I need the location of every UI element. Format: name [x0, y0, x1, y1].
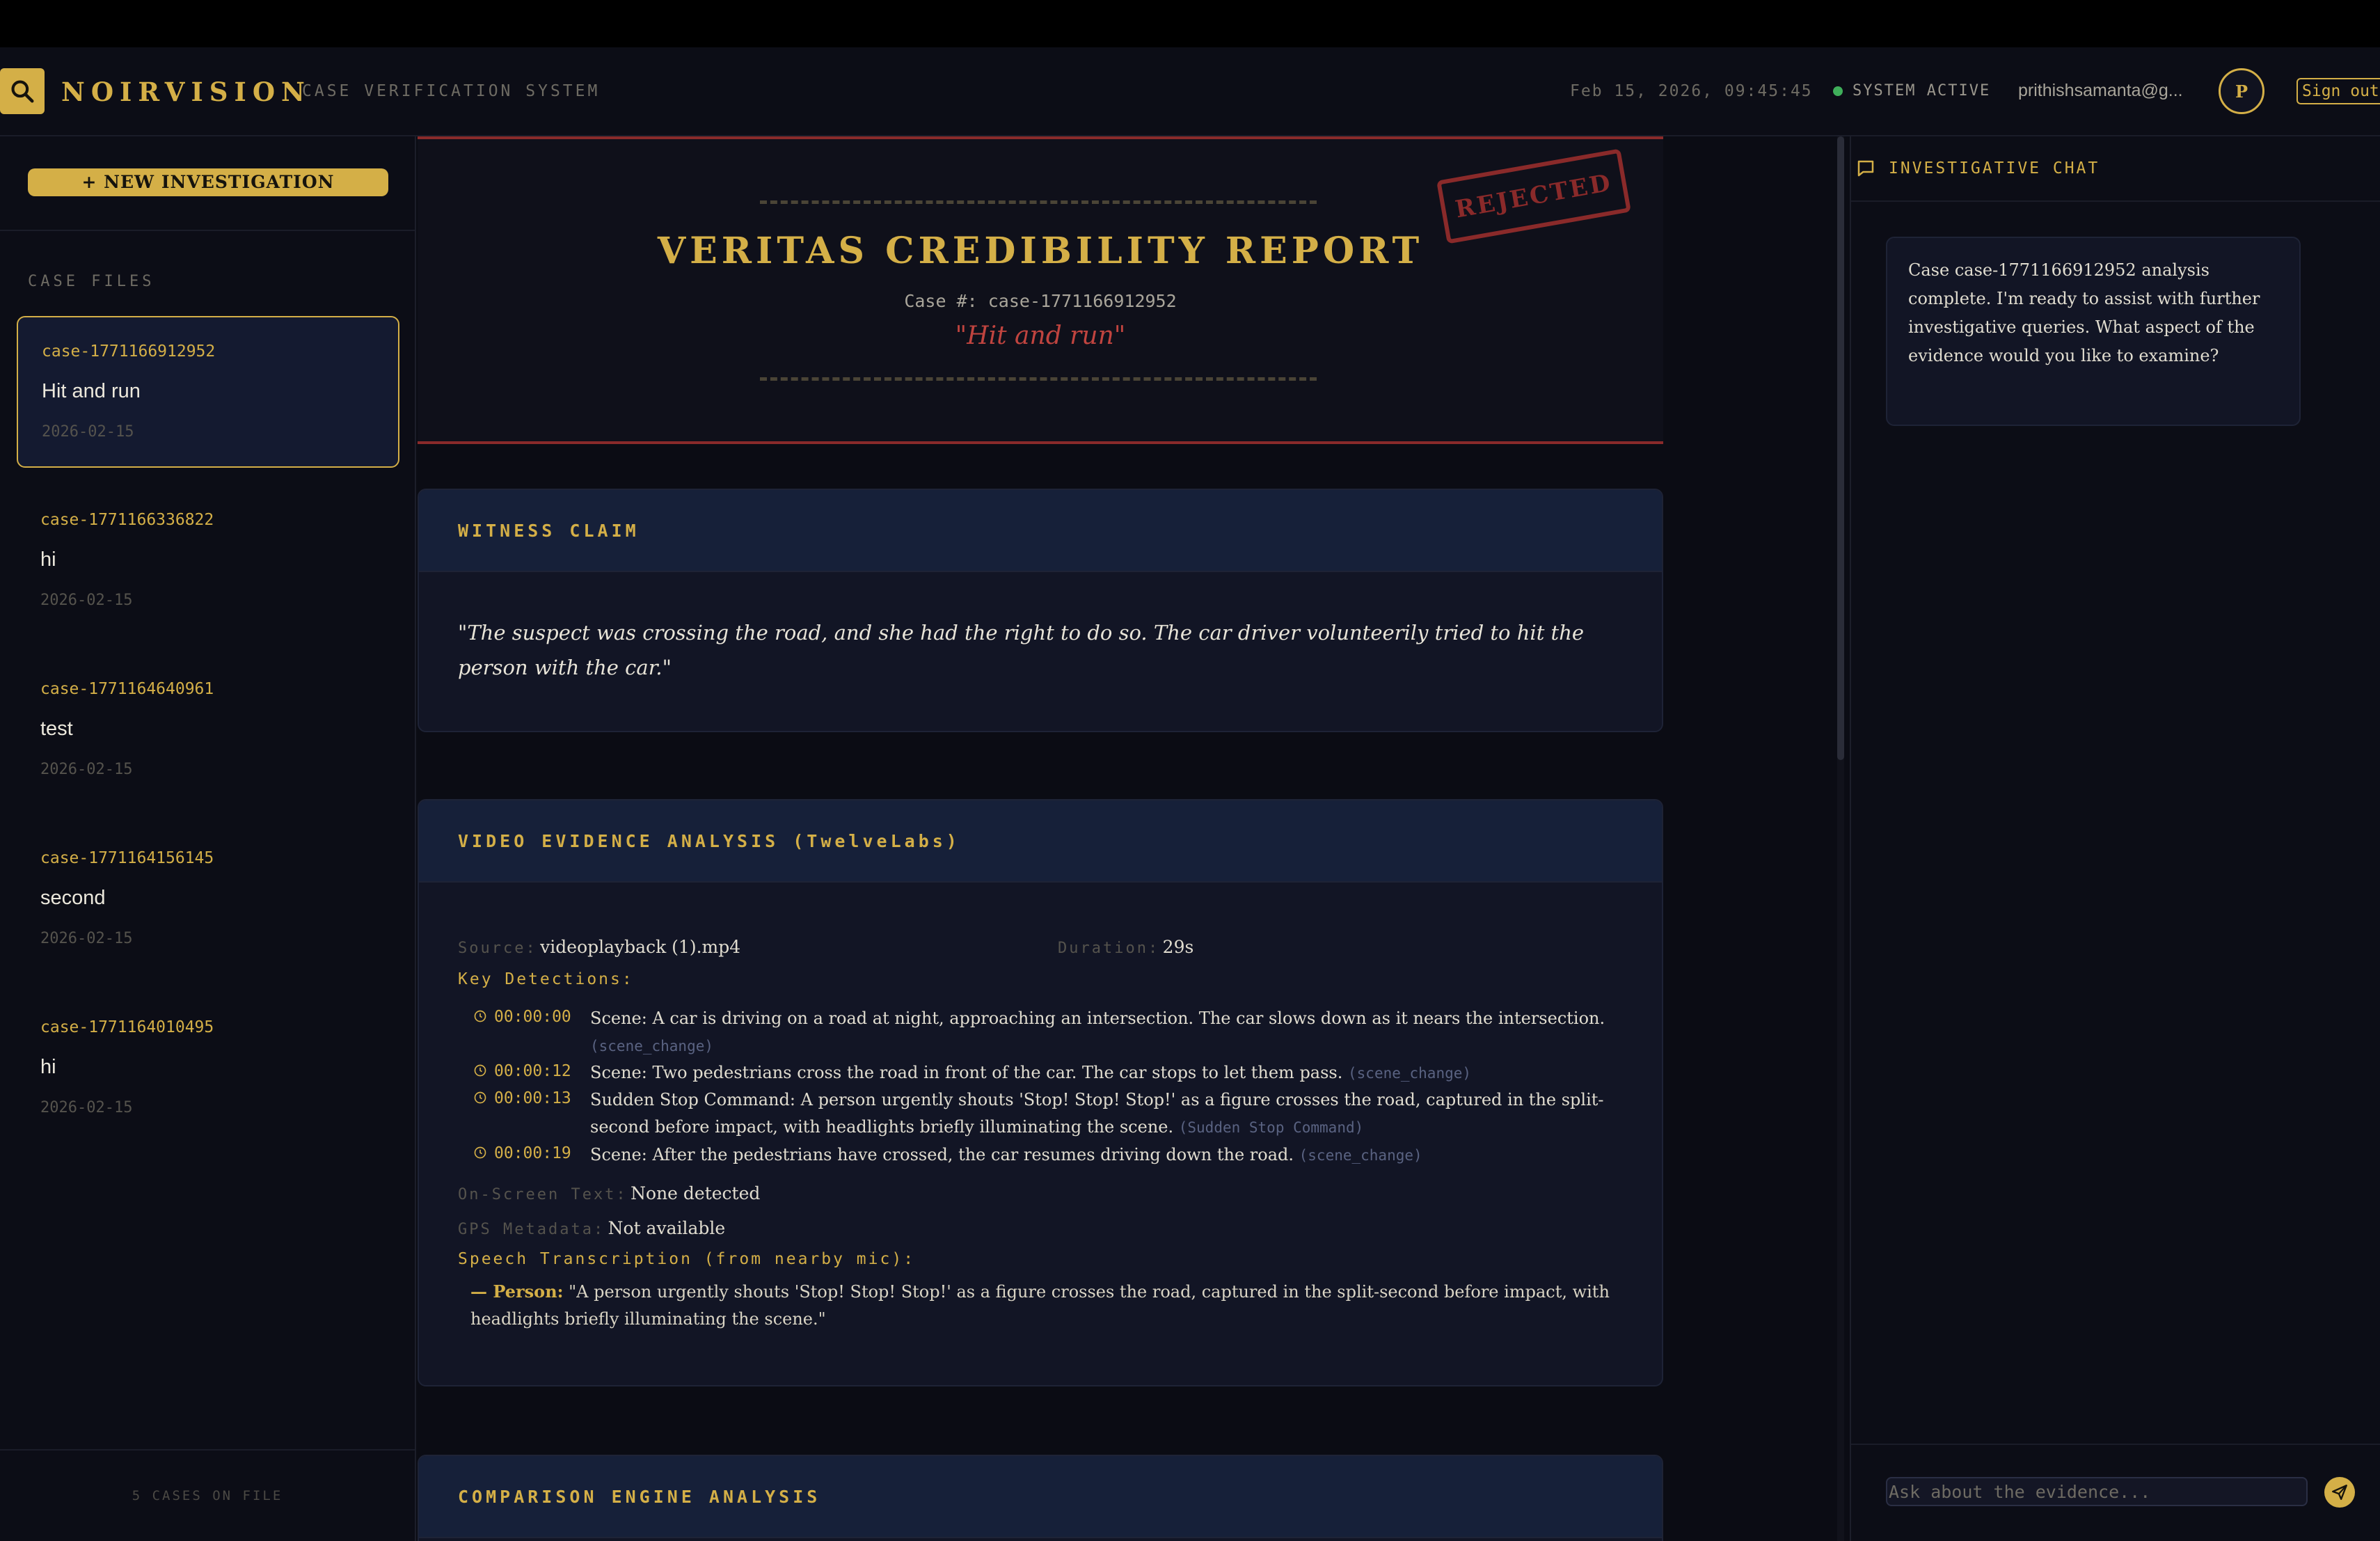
logo [0, 68, 45, 114]
case-item[interactable]: case-1771164156145 second 2026-02-15 [17, 824, 399, 976]
report-header: REJECTED VERITAS CREDIBILITY REPORT Case… [418, 136, 1663, 444]
case-title: second [40, 887, 106, 909]
clock-icon [474, 1091, 486, 1104]
clock-icon [474, 1146, 486, 1159]
user-email: prithishsamanta@g... [2018, 81, 2183, 100]
duration-row: Duration: 29s [1058, 937, 1193, 957]
case-item[interactable]: case-1771164640961 test 2026-02-15 [17, 655, 399, 807]
video-evidence-section: VIDEO EVIDENCE ANALYSIS (TwelveLabs) Sou… [418, 799, 1663, 1386]
clock-icon [474, 1064, 486, 1077]
case-title: Hit and run [42, 380, 141, 402]
detection-time: 00:00:13 [494, 1089, 571, 1107]
chat-panel: INVESTIGATIVE CHAT Case case-17711669129… [1850, 136, 2380, 1541]
source-label: Source: [458, 940, 537, 957]
duration-label: Duration: [1058, 940, 1160, 957]
cases-count: 5 CASES ON FILE [132, 1488, 283, 1503]
ocr-label: On-Screen Text: [458, 1186, 628, 1203]
chat-message: Case case-1771166912952 analysis complet… [1886, 237, 2301, 426]
case-id: case-1771166336822 [40, 511, 214, 529]
ocr-row: On-Screen Text: None detected [458, 1183, 760, 1203]
case-title: hi [40, 1056, 56, 1078]
speech-label: Speech Transcription (from nearby mic): [458, 1250, 916, 1268]
speech-text: "A person urgently shouts 'Stop! Stop! S… [470, 1282, 1610, 1329]
clock-icon [474, 1010, 486, 1022]
status-text: SYSTEM ACTIVE [1853, 82, 1991, 100]
report-panel: REJECTED VERITAS CREDIBILITY REPORT Case… [416, 136, 1850, 1541]
gps-row: GPS Metadata: Not available [458, 1218, 725, 1238]
detection-time: 00:00:19 [494, 1144, 571, 1162]
speaker-label: — Person: [470, 1281, 564, 1302]
detection-text: Scene: A car is driving on a road at nig… [590, 1009, 1605, 1028]
sign-out-button[interactable]: Sign out [2296, 78, 2380, 104]
brand-name: NOIRVISION [61, 77, 311, 107]
sidebar: + NEW INVESTIGATION CASE FILES case-1771… [0, 136, 416, 1541]
chat-header: INVESTIGATIVE CHAT [1851, 136, 2380, 202]
divider [0, 1449, 415, 1451]
detection-time: 00:00:12 [494, 1062, 571, 1080]
case-number: Case #: case-1771166912952 [904, 291, 1177, 311]
key-detections-label: Key Detections: [458, 970, 634, 988]
ocr-value: None detected [630, 1183, 761, 1203]
case-quote: "Hit and run" [955, 322, 1126, 350]
case-date: 2026-02-15 [40, 592, 133, 609]
detection-tag: (scene_change) [1299, 1147, 1422, 1164]
app-header: NOIRVISION CASE VERIFICATION SYSTEM Feb … [0, 47, 2380, 136]
gps-label: GPS Metadata: [458, 1221, 605, 1238]
case-item[interactable]: case-1771166912952 Hit and run 2026-02-1… [17, 316, 399, 468]
section-heading: COMPARISON ENGINE ANALYSIS [419, 1456, 1662, 1538]
case-id: case-1771164640961 [40, 680, 214, 698]
comparison-engine-section: COMPARISON ENGINE ANALYSIS [418, 1455, 1663, 1541]
case-date: 2026-02-15 [40, 1099, 133, 1116]
duration-value: 29s [1162, 937, 1194, 957]
witness-claim-section: WITNESS CLAIM "The suspect was crossing … [418, 489, 1663, 732]
send-icon[interactable] [2324, 1477, 2355, 1508]
source-row: Source: videoplayback (1).mp4 [458, 937, 740, 957]
detection-tag: (Sudden Stop Command) [1178, 1119, 1364, 1136]
status-dot-icon [1833, 86, 1843, 96]
detection-tag: (scene_change) [590, 1038, 714, 1054]
scrollbar-thumb[interactable] [1837, 136, 1844, 760]
detection-item: 00:00:13 Sudden Stop Command: A person u… [473, 1086, 1621, 1141]
header-datetime: Feb 15, 2026, 09:45:45 [1570, 82, 1813, 100]
case-title: test [40, 718, 73, 740]
report-title: VERITAS CREDIBILITY REPORT [657, 230, 1424, 272]
detection-time: 00:00:00 [494, 1008, 571, 1026]
witness-claim-text: "The suspect was crossing the road, and … [458, 621, 1585, 679]
chat-icon [1857, 160, 1874, 177]
chat-input[interactable] [1886, 1477, 2308, 1506]
new-investigation-button[interactable]: + NEW INVESTIGATION [28, 168, 388, 196]
system-status: SYSTEM ACTIVE [1833, 82, 1990, 100]
case-title: hi [40, 548, 56, 571]
detection-item: 00:00:12 Scene: Two pedestrians cross th… [473, 1059, 1621, 1087]
divider [760, 377, 1317, 381]
avatar[interactable]: P [2219, 68, 2264, 114]
case-id: case-1771164010495 [40, 1018, 214, 1036]
divider [1851, 1444, 2380, 1445]
gps-value: Not available [608, 1218, 726, 1238]
top-strip [0, 0, 2380, 47]
source-value: videoplayback (1).mp4 [540, 937, 741, 957]
case-item[interactable]: case-1771166336822 hi 2026-02-15 [17, 486, 399, 638]
case-id: case-1771166912952 [42, 342, 216, 361]
detection-item: 00:00:00 Scene: A car is driving on a ro… [473, 1005, 1621, 1060]
divider [0, 230, 415, 231]
search-icon [11, 80, 34, 103]
detection-text: Scene: Two pedestrians cross the road in… [590, 1063, 1343, 1082]
detection-text: Sudden Stop Command: A person urgently s… [590, 1090, 1604, 1137]
detection-item: 00:00:19 Scene: After the pedestrians ha… [473, 1141, 1621, 1169]
divider [760, 200, 1317, 204]
case-date: 2026-02-15 [42, 423, 134, 441]
section-heading: WITNESS CLAIM [419, 490, 1662, 572]
case-files-label: CASE FILES [28, 273, 155, 290]
speech-transcription: — Person: "A person urgently shouts 'Sto… [470, 1278, 1626, 1333]
detection-text: Scene: After the pedestrians have crosse… [590, 1145, 1294, 1164]
chat-title: INVESTIGATIVE CHAT [1889, 159, 2100, 177]
case-date: 2026-02-15 [40, 761, 133, 778]
brand-subtitle: CASE VERIFICATION SYSTEM [302, 82, 601, 100]
case-date: 2026-02-15 [40, 930, 133, 947]
case-item[interactable]: case-1771164010495 hi 2026-02-15 [17, 993, 399, 1145]
case-id: case-1771164156145 [40, 849, 214, 867]
section-heading: VIDEO EVIDENCE ANALYSIS (TwelveLabs) [419, 800, 1662, 883]
detection-tag: (scene_change) [1348, 1065, 1472, 1082]
